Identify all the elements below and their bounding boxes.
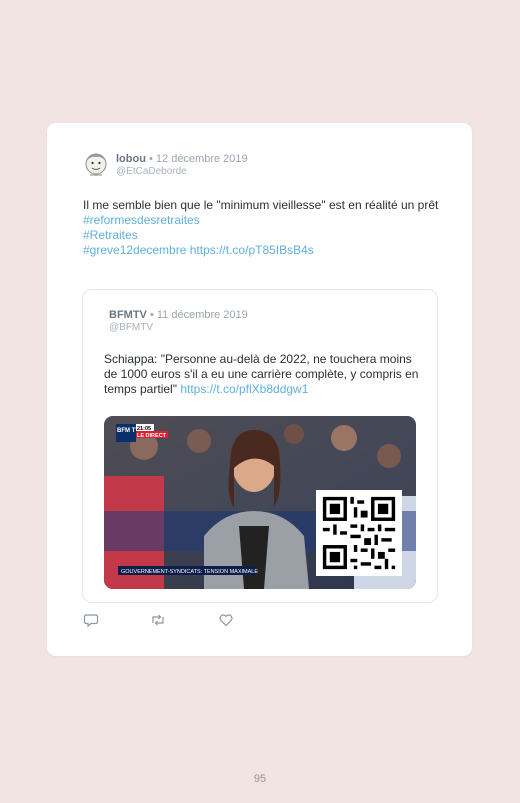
tweet-date: • 12 décembre 2019 bbox=[149, 153, 248, 165]
reply-icon[interactable] bbox=[83, 612, 99, 628]
tweet-actions bbox=[83, 612, 283, 628]
author-line: lobou • 12 décembre 2019 bbox=[116, 153, 248, 165]
avatar[interactable] bbox=[84, 151, 108, 179]
quoted-tweet[interactable]: BFMTV • 11 décembre 2019 @BFMTV Schiappa… bbox=[82, 289, 438, 603]
tweet-card: lobou • 12 décembre 2019 @EtCaDeborde Il… bbox=[47, 123, 472, 656]
quoted-url-link[interactable]: https://t.co/pflXb8ddgw1 bbox=[180, 382, 308, 396]
video-thumbnail[interactable]: BFM TV 21:05 LE DIRECT GOUVERNEMENT-SYND… bbox=[104, 416, 416, 589]
retweet-icon[interactable] bbox=[150, 612, 166, 628]
hashtag-link[interactable]: #greve12decembre bbox=[83, 243, 186, 257]
quoted-handle[interactable]: @BFMTV bbox=[109, 322, 153, 333]
hashtag-link[interactable]: #Retraites bbox=[83, 228, 443, 243]
page-number: 95 bbox=[253, 773, 267, 785]
hashtag-link[interactable]: #reformesdesretraites bbox=[83, 213, 443, 228]
quoted-author-line: BFMTV • 11 décembre 2019 bbox=[109, 309, 248, 321]
channel-logo: BFM TV bbox=[117, 428, 139, 434]
author-name[interactable]: lobou bbox=[116, 153, 146, 165]
heart-icon[interactable] bbox=[218, 612, 234, 628]
tweet-url-link[interactable]: https://t.co/pT85IBsB4s bbox=[190, 243, 314, 257]
tweet-text: Il me semble bien que le "minimum vieill… bbox=[83, 198, 443, 258]
quoted-date: • 11 décembre 2019 bbox=[149, 309, 248, 321]
author-handle[interactable]: @EtCaDeborde bbox=[116, 166, 187, 177]
qr-code bbox=[316, 490, 402, 576]
quoted-author-name[interactable]: BFMTV bbox=[109, 309, 147, 321]
live-badge: LE DIRECT bbox=[137, 433, 167, 439]
quoted-text: Schiappa: "Personne au-delà de 2022, ne … bbox=[104, 352, 424, 397]
tweet-body: Il me semble bien que le "minimum vieill… bbox=[83, 198, 439, 212]
news-banner: GOUVERNEMENT-SYNDICATS: TENSION MAXIMALE bbox=[121, 569, 258, 575]
hashtag-line: #greve12decembre https://t.co/pT85IBsB4s bbox=[83, 243, 314, 257]
